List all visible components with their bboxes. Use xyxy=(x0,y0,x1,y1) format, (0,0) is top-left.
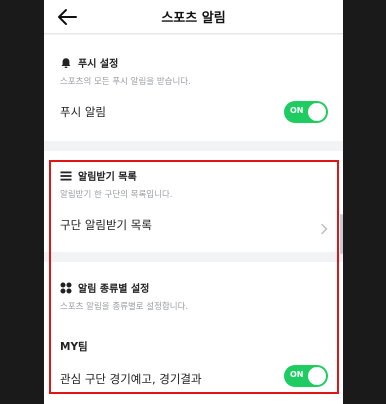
grid-icon xyxy=(60,282,72,293)
notification-type-description: 스포츠 알림을 종류별로 설정합니다. xyxy=(60,302,189,312)
push-settings-section: 푸시 설정 스포츠의 모든 푸시 알림을 받습니다. 푸시 알림 ON xyxy=(44,35,343,141)
subscription-list-header: 알림받기 목록 xyxy=(60,168,137,183)
notification-type-header: 알림 종류별 설정 xyxy=(60,280,149,295)
toggle-on-text: ON xyxy=(290,370,304,379)
subscription-list-description: 알림받기 한 구단의 목록입니다. xyxy=(60,190,173,200)
push-settings-description: 스포츠의 모든 푸시 알림을 받습니다. xyxy=(60,77,191,87)
page-title: 스포츠 알림 xyxy=(161,11,226,26)
push-alert-label: 푸시 알림 xyxy=(60,105,106,119)
notification-type-title: 알림 종류별 설정 xyxy=(78,284,150,295)
list-icon xyxy=(60,171,72,180)
favorite-team-game-alert-toggle[interactable]: ON xyxy=(284,365,328,387)
subscription-list-title: 알림받기 목록 xyxy=(78,172,137,183)
bell-icon xyxy=(61,57,71,68)
push-settings-header: 푸시 설정 xyxy=(60,55,118,70)
subscription-list-section: 알림받기 목록 알림받기 한 구단의 목록입니다. 구단 알림받기 목록 xyxy=(44,151,343,252)
push-alert-toggle[interactable]: ON xyxy=(284,101,328,123)
scrollbar[interactable] xyxy=(340,214,343,254)
my-team-group-title: MY팀 xyxy=(60,341,88,353)
toggle-on-text: ON xyxy=(290,106,304,115)
top-app-bar: 스포츠 알림 xyxy=(44,0,343,34)
toggle-knob xyxy=(308,367,326,385)
push-settings-title: 푸시 설정 xyxy=(78,59,119,70)
toggle-knob xyxy=(308,103,326,121)
sports-notification-screen: 스포츠 알림 푸시 설정 스포츠의 모든 푸시 알림을 받습니다. 푸시 알림 … xyxy=(44,0,343,404)
favorite-team-game-alert-label: 관심 구단 경기예고, 경기결과 xyxy=(60,372,202,386)
team-subscription-list-link[interactable]: 구단 알림받기 목록 xyxy=(60,217,152,233)
notification-type-section: 알림 종류별 설정 스포츠 알림을 종류별로 설정합니다. MY팀 관심 구단 … xyxy=(44,262,343,404)
chevron-right-icon[interactable] xyxy=(319,220,329,235)
